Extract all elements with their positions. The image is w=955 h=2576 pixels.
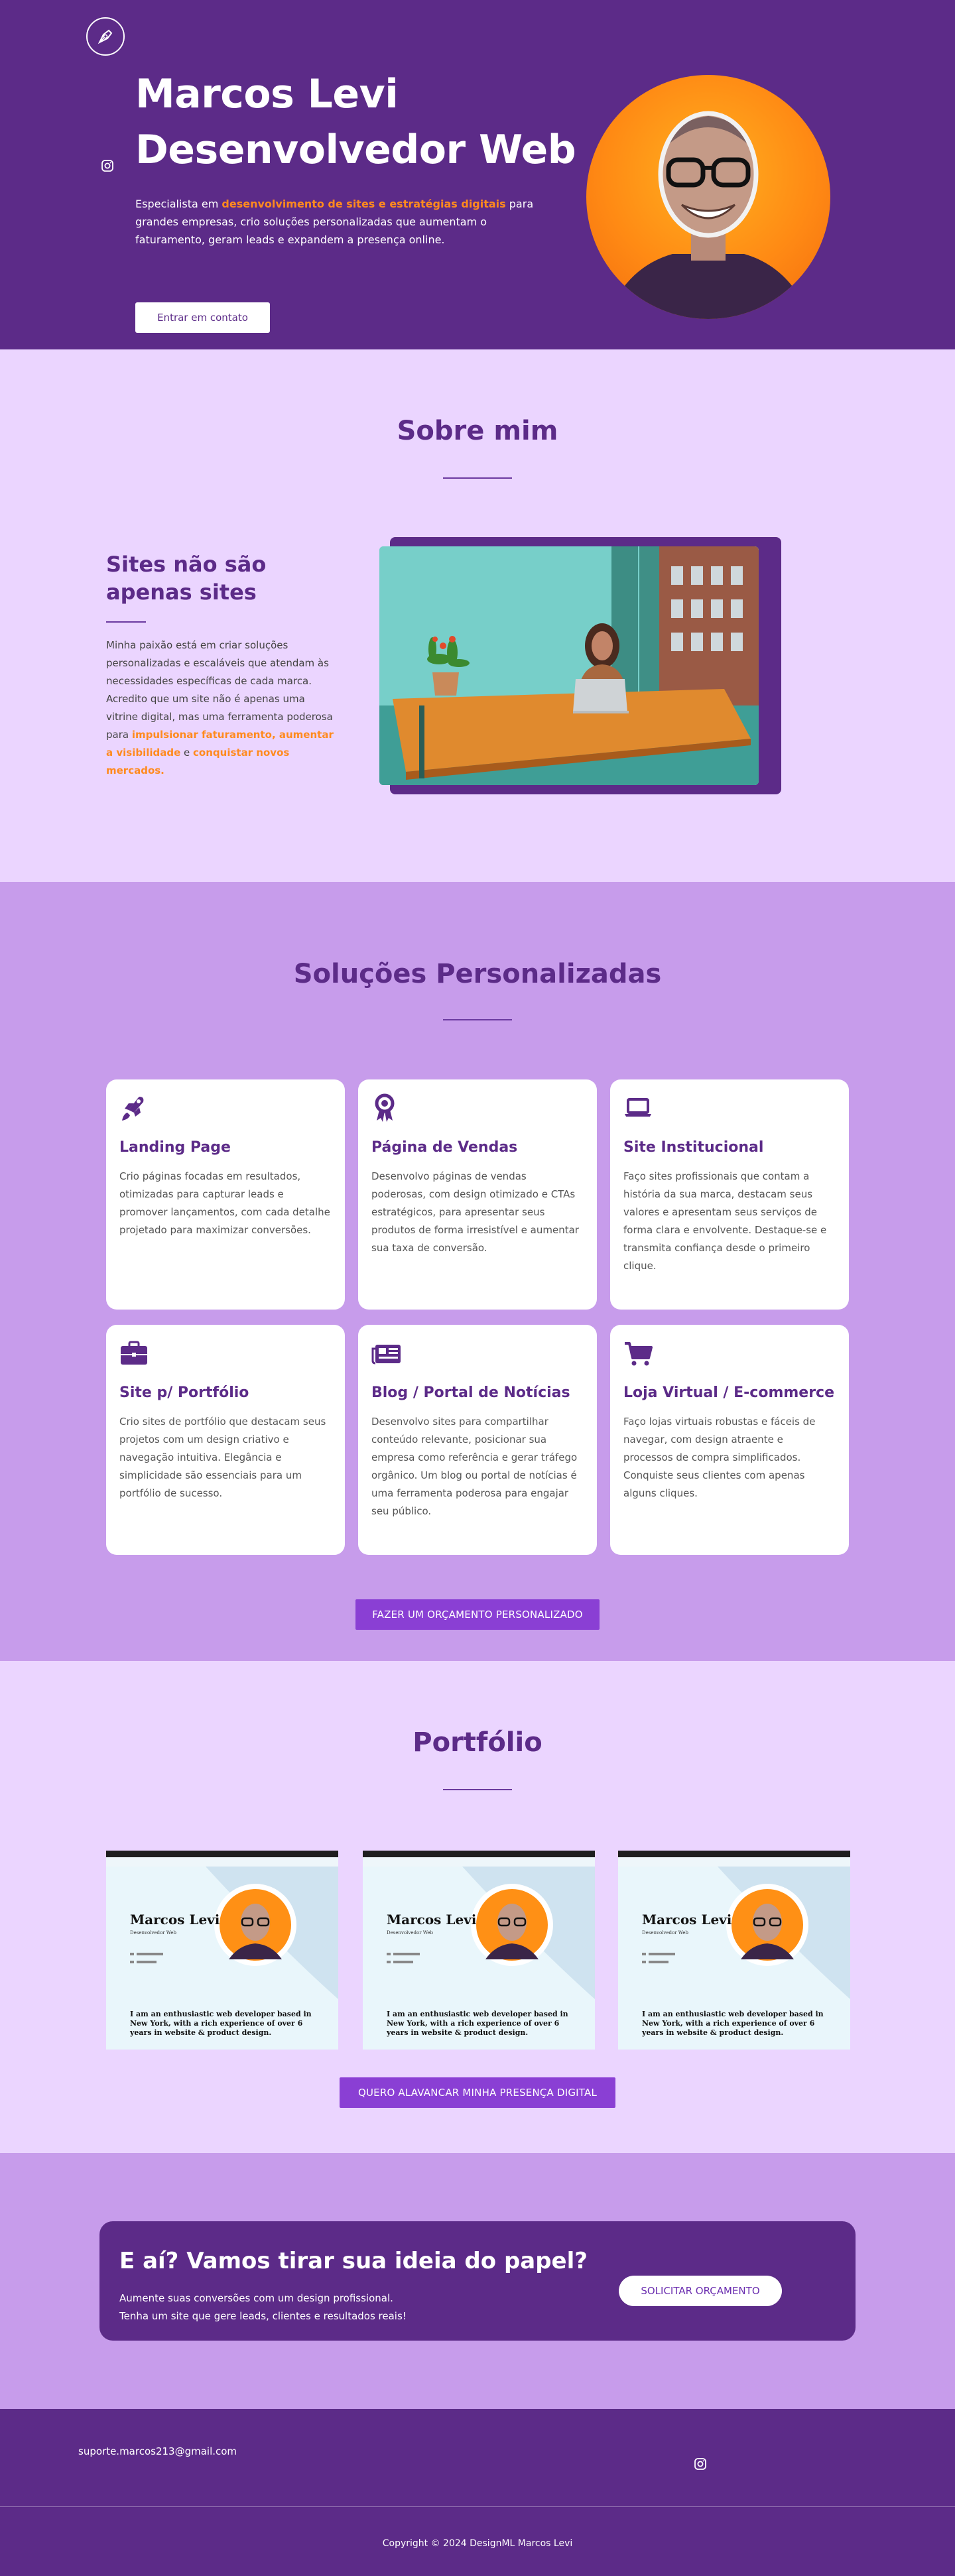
card-title: Loja Virtual / E-commerce xyxy=(623,1384,835,1401)
preview-body: Marcos Levi Desenvolvedor Web I am an en… xyxy=(363,1867,595,2050)
card-text: Crio páginas focadas em resultados, otim… xyxy=(119,1170,330,1236)
hero-name: Marcos Levi xyxy=(135,71,399,117)
card-title: Blog / Portal de Notícias xyxy=(371,1384,570,1401)
newspaper-icon xyxy=(371,1338,401,1370)
service-card-institutional: Site Institucional Faço sites profission… xyxy=(610,1079,849,1310)
card-title: Site p/ Portfólio xyxy=(119,1384,249,1401)
card-text: Faço lojas virtuais robustas e fáceis de… xyxy=(623,1416,816,1499)
preview-nav xyxy=(363,1857,595,1867)
about-photo xyxy=(379,546,759,785)
portfolio-item[interactable]: Marcos Levi Desenvolvedor Web I am an en… xyxy=(618,1851,850,2050)
portfolio-section: Portfólio Marcos Levi Desenvolvedor Web … xyxy=(0,1661,955,2153)
card-text: Desenvolvo sites para compartilhar conte… xyxy=(371,1416,578,1517)
hero-role: Desenvolvedor Web xyxy=(135,127,576,173)
portfolio-preview-name: Marcos Levi xyxy=(642,1912,732,1928)
contact-button[interactable]: Entrar em contato xyxy=(135,302,270,333)
footer-divider xyxy=(0,2506,955,2507)
portfolio-preview-tagline: I am an enthusiastic web developer based… xyxy=(387,2010,568,2037)
digital-presence-button[interactable]: QUERO ALAVANCAR MINHA PRESENÇA DIGITAL xyxy=(340,2077,615,2108)
card-title: Página de Vendas xyxy=(371,1139,518,1156)
hero-desc-prefix: Especialista em xyxy=(135,198,222,210)
service-card-landing-page: Landing Page Crio páginas focadas em res… xyxy=(106,1079,345,1310)
footer-email-link[interactable]: suporte.marcos213@gmail.com xyxy=(78,2445,237,2457)
browser-bar xyxy=(618,1851,850,1857)
cta-heading: E aí? Vamos tirar sua ideia do papel? xyxy=(119,2248,588,2274)
hero-description: Especialista em desenvolvimento de sites… xyxy=(135,195,560,249)
laptop-icon xyxy=(623,1093,651,1125)
quote-button[interactable]: FAZER UM ORÇAMENTO PERSONALIZADO xyxy=(355,1599,600,1630)
hero-section: Marcos Levi Desenvolvedor Web Especialis… xyxy=(0,0,955,349)
service-card-ecommerce: Loja Virtual / E-commerce Faço lojas vir… xyxy=(610,1325,849,1555)
instagram-icon[interactable] xyxy=(694,2457,707,2471)
hero-title: Marcos Levi Desenvolvedor Web xyxy=(135,66,576,178)
portfolio-preview-name: Marcos Levi xyxy=(130,1912,220,1928)
preview-body: Marcos Levi Desenvolvedor Web I am an en… xyxy=(618,1867,850,2050)
preview-nav xyxy=(106,1857,338,1867)
card-title: Landing Page xyxy=(119,1139,231,1156)
about-title: Sobre mim xyxy=(397,416,558,446)
award-icon xyxy=(371,1093,398,1125)
portfolio-item[interactable]: Marcos Levi Desenvolvedor Web I am an en… xyxy=(363,1851,595,2050)
cta-section: E aí? Vamos tirar sua ideia do papel? Au… xyxy=(0,2153,955,2409)
portfolio-preview-name: Marcos Levi xyxy=(387,1912,477,1928)
pen-nib-icon[interactable] xyxy=(86,17,125,56)
about-section: Sobre mim Sites não são apenas sites Min… xyxy=(0,349,955,882)
preview-body: Marcos Levi Desenvolvedor Web I am an en… xyxy=(106,1867,338,2050)
card-text: Faço sites profissionais que contam a hi… xyxy=(623,1170,827,1272)
cta-line-2: Tenha um site que gere leads, clientes e… xyxy=(119,2310,407,2322)
title-divider xyxy=(443,1789,512,1790)
solutions-title: Soluções Personalizadas xyxy=(293,959,662,989)
heading-divider xyxy=(106,621,146,623)
rocket-icon xyxy=(119,1093,146,1125)
briefcase-icon xyxy=(119,1338,147,1370)
avatar xyxy=(586,75,830,319)
card-text: Crio sites de portfólio que destacam seu… xyxy=(119,1416,326,1499)
browser-bar xyxy=(106,1851,338,1857)
portfolio-preview-tagline: I am an enthusiastic web developer based… xyxy=(130,2010,312,2037)
service-card-portfolio: Site p/ Portfólio Crio sites de portfóli… xyxy=(106,1325,345,1555)
footer-copyright: Copyright © 2024 DesignML Marcos Levi xyxy=(382,2538,573,2549)
service-card-blog: Blog / Portal de Notícias Desenvolvo sit… xyxy=(358,1325,597,1555)
portfolio-item[interactable]: Marcos Levi Desenvolvedor Web I am an en… xyxy=(106,1851,338,2050)
about-text-2: e xyxy=(180,747,194,759)
service-card-sales-page: Página de Vendas Desenvolvo páginas de v… xyxy=(358,1079,597,1310)
about-text-1: Minha paixão está em criar soluções pers… xyxy=(106,639,333,741)
footer: suporte.marcos213@gmail.com Copyright © … xyxy=(0,2409,955,2576)
portfolio-preview-role: Desenvolvedor Web xyxy=(387,1930,434,1935)
portfolio-preview-role: Desenvolvedor Web xyxy=(130,1930,177,1935)
about-paragraph: Minha paixão está em criar soluções pers… xyxy=(106,637,338,780)
cta-line-1: Aumente suas conversões com um design pr… xyxy=(119,2292,393,2304)
hero-desc-highlight: desenvolvimento de sites e estratégias d… xyxy=(222,198,506,210)
portfolio-preview-role: Desenvolvedor Web xyxy=(642,1930,689,1935)
instagram-icon[interactable] xyxy=(101,159,114,172)
title-divider xyxy=(443,477,512,479)
portfolio-title: Portfólio xyxy=(413,1727,542,1758)
title-divider xyxy=(443,1019,512,1020)
about-heading: Sites não são apenas sites xyxy=(106,552,267,605)
cta-text: Aumente suas conversões com um design pr… xyxy=(119,2290,407,2325)
card-text: Desenvolvo páginas de vendas poderosas, … xyxy=(371,1170,579,1254)
portfolio-preview-tagline: I am an enthusiastic web developer based… xyxy=(642,2010,824,2037)
cart-icon xyxy=(623,1338,653,1370)
browser-bar xyxy=(363,1851,595,1857)
solutions-section: Soluções Personalizadas Landing Page Cri… xyxy=(0,882,955,1661)
request-quote-button[interactable]: SOLICITAR ORÇAMENTO xyxy=(619,2276,782,2306)
card-title: Site Institucional xyxy=(623,1139,764,1156)
preview-nav xyxy=(618,1857,850,1867)
cta-banner: E aí? Vamos tirar sua ideia do papel? Au… xyxy=(99,2221,856,2341)
